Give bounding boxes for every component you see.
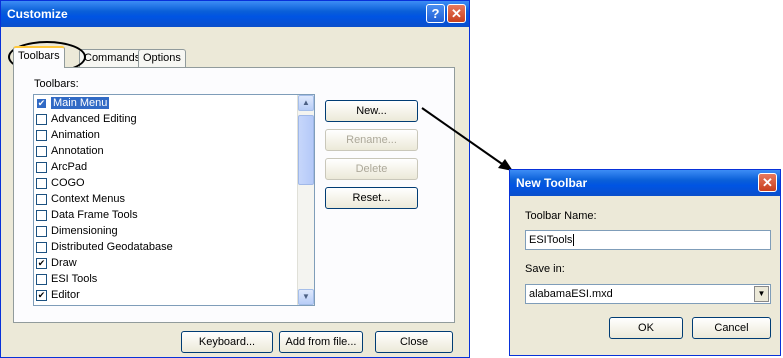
- new-toolbar-close-button[interactable]: ✕: [758, 173, 777, 192]
- toolbars-list-scrollbar[interactable]: ▲ ▼: [297, 95, 314, 305]
- help-icon: ?: [431, 6, 440, 21]
- tab-commands[interactable]: Commands: [79, 49, 146, 67]
- scroll-up-icon: ▲: [302, 98, 310, 107]
- tab-options-label: Options: [143, 52, 181, 64]
- list-item[interactable]: Advanced Editing: [34, 111, 314, 127]
- list-item[interactable]: Distributed Geodatabase: [34, 239, 314, 255]
- list-item-label: Draw: [51, 257, 77, 269]
- checkbox-checked-icon[interactable]: ✔: [36, 98, 47, 109]
- checkbox-unchecked-icon[interactable]: [36, 274, 47, 285]
- list-item-label: ArcPad: [51, 161, 88, 173]
- scroll-up-button[interactable]: ▲: [298, 95, 314, 111]
- list-item[interactable]: Animation: [34, 127, 314, 143]
- checkbox-unchecked-icon[interactable]: [36, 146, 47, 157]
- text-cursor: [573, 234, 575, 247]
- list-item[interactable]: ✔ Editor: [34, 287, 314, 303]
- toolbar-name-label: Toolbar Name:: [525, 210, 597, 222]
- new-toolbar-titlebar[interactable]: New Toolbar ✕: [510, 170, 780, 196]
- list-item[interactable]: Dimensioning: [34, 223, 314, 239]
- customize-dialog: Customize ? ✕ Toolbars Commands Options …: [0, 0, 470, 358]
- list-item-label: Animation: [51, 129, 100, 141]
- list-item[interactable]: ESI Tools: [34, 271, 314, 287]
- list-item-label: Context Menus: [51, 193, 125, 205]
- list-item-label: COGO: [51, 177, 85, 189]
- list-item-label: ESI Tools: [51, 273, 98, 285]
- help-button[interactable]: ?: [426, 4, 445, 23]
- list-item[interactable]: ArcPad: [34, 159, 314, 175]
- close-icon: ✕: [762, 175, 773, 190]
- list-item-label: Annotation: [51, 145, 104, 157]
- tab-toolbars-label: Toolbars: [18, 50, 60, 62]
- reset-button[interactable]: Reset...: [325, 187, 418, 209]
- save-in-label: Save in:: [525, 263, 565, 275]
- tab-commands-label: Commands: [84, 52, 141, 64]
- checkbox-unchecked-icon[interactable]: [36, 226, 47, 237]
- list-item-label: Dimensioning: [51, 225, 118, 237]
- customize-titlebar[interactable]: Customize ? ✕: [1, 1, 469, 27]
- list-item-label: Advanced Editing: [51, 113, 137, 125]
- toolbars-label: Toolbars:: [34, 78, 79, 90]
- new-toolbar-title: New Toolbar: [516, 176, 588, 190]
- toolbars-panel: Toolbars: ✔ Main Menu Advanced Editing Anim…: [13, 67, 455, 323]
- add-from-file-button[interactable]: Add from file...: [279, 331, 363, 353]
- checkbox-unchecked-icon[interactable]: [36, 178, 47, 189]
- save-in-value: alabamaESI.mxd: [529, 288, 613, 300]
- checkbox-unchecked-icon[interactable]: [36, 210, 47, 221]
- checkbox-unchecked-icon[interactable]: [36, 242, 47, 253]
- new-button[interactable]: New...: [325, 100, 418, 122]
- customize-title: Customize: [7, 7, 68, 21]
- list-item-label: Editor: [51, 289, 80, 301]
- scroll-thumb[interactable]: [298, 115, 314, 185]
- dropdown-arrow-button[interactable]: ▼: [754, 286, 769, 302]
- scroll-down-button[interactable]: ▼: [298, 289, 314, 305]
- tab-options[interactable]: Options: [138, 49, 186, 67]
- list-item[interactable]: Data Frame Tools: [34, 207, 314, 223]
- list-item[interactable]: ✔ Draw: [34, 255, 314, 271]
- checkbox-unchecked-icon[interactable]: [36, 130, 47, 141]
- list-item[interactable]: Context Menus: [34, 191, 314, 207]
- toolbar-name-value: ESITools: [529, 234, 573, 246]
- list-item[interactable]: COGO: [34, 175, 314, 191]
- keyboard-button[interactable]: Keyboard...: [181, 331, 273, 353]
- close-button[interactable]: Close: [375, 331, 453, 353]
- checkbox-unchecked-icon[interactable]: [36, 114, 47, 125]
- list-item[interactable]: Annotation: [34, 143, 314, 159]
- ok-button[interactable]: OK: [609, 317, 683, 339]
- new-toolbar-dialog: New Toolbar ✕ Toolbar Name: ESITools Sav…: [509, 169, 781, 356]
- checkbox-checked-icon[interactable]: ✔: [36, 290, 47, 301]
- list-item[interactable]: ✔ Main Menu: [34, 95, 314, 111]
- checkbox-checked-icon[interactable]: ✔: [36, 258, 47, 269]
- delete-button[interactable]: Delete: [325, 158, 418, 180]
- checkbox-unchecked-icon[interactable]: [36, 162, 47, 173]
- save-in-dropdown[interactable]: alabamaESI.mxd ▼: [525, 284, 771, 304]
- list-item-label: Main Menu: [51, 97, 110, 109]
- close-window-button[interactable]: ✕: [447, 4, 466, 23]
- toolbar-name-input[interactable]: ESITools: [525, 230, 771, 250]
- list-item-label: Distributed Geodatabase: [51, 241, 173, 253]
- tab-toolbars[interactable]: Toolbars: [13, 46, 65, 68]
- close-icon: ✕: [451, 6, 462, 21]
- chevron-down-icon: ▼: [757, 289, 766, 298]
- toolbars-list[interactable]: ✔ Main Menu Advanced Editing Animation Annot…: [33, 94, 315, 306]
- checkbox-unchecked-icon[interactable]: [36, 194, 47, 205]
- rename-button[interactable]: Rename...: [325, 129, 418, 151]
- scroll-down-icon: ▼: [302, 292, 310, 301]
- cancel-button[interactable]: Cancel: [692, 317, 771, 339]
- list-item-label: Data Frame Tools: [51, 209, 138, 221]
